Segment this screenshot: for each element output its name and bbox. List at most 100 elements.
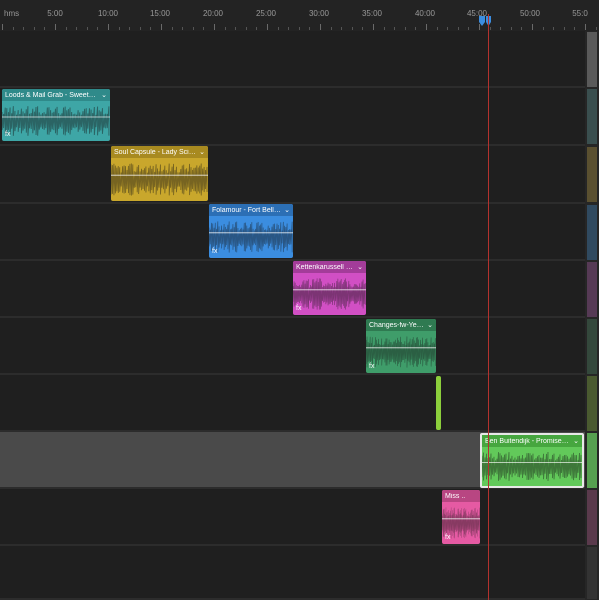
track-color-segment [587,205,597,260]
ruler-tick [256,27,258,30]
ruler-tick [404,27,406,30]
waveform [2,101,110,141]
audio-clip[interactable]: Soul Capsule - Lady Science ..⌄ [111,146,208,201]
fx-badge: fx [369,363,375,370]
audio-clip[interactable]: Changes-fw-YeFtg.. ⌄ fx [366,319,436,373]
ruler-tick [288,27,290,30]
ruler-tick [76,27,78,30]
clip-name: Changes-fw-YeFtg.. [369,321,426,329]
chevron-down-icon[interactable]: ⌄ [573,437,579,445]
ruler-tick [203,27,205,30]
chevron-down-icon[interactable]: ⌄ [199,148,205,156]
time-ruler[interactable]: hms 5:00 10:00 15:00 20:00 25:00 30:00 3… [0,0,599,32]
ruler-tick [532,24,533,30]
fx-badge: fx [5,131,11,138]
ruler-tick [235,27,237,30]
ruler-tick [150,27,152,30]
clip-name: Folamour - Fort Bellelle .. [212,206,282,214]
waveform [209,216,293,258]
audio-clip[interactable]: Loods & Mail Grab - Sweetness - ⌄ fx [2,89,110,141]
ruler-tick [436,27,438,30]
audio-clip[interactable]: Miss .. fx [442,490,480,544]
audio-clip[interactable]: Kettenkarussell - M.. ⌄ fx [293,261,366,315]
track-color-segment [587,147,597,202]
track-color-segment [587,262,597,317]
ruler-tick [182,27,184,30]
waveform [366,331,436,373]
chevron-down-icon[interactable]: ⌄ [284,206,290,214]
ruler-tick [139,27,141,30]
ruler-tick [373,24,374,30]
tick-label: 25:00 [255,9,277,18]
ruler-tick [161,24,162,30]
track-color-segment [587,490,597,545]
audio-clip-short[interactable] [436,376,441,430]
fx-badge: fx [212,248,218,255]
track-row[interactable] [0,375,585,432]
time-units-label: hms [4,9,20,18]
track-color-segment [587,32,597,87]
ruler-tick [277,27,279,30]
ruler-tick [320,24,321,30]
ruler-tick [457,27,459,30]
tick-label: 40:00 [414,9,436,18]
ruler-tick [86,27,88,30]
tick-label: 50:00 [519,9,541,18]
ruler-tick [553,27,555,30]
ruler-tick [341,27,343,30]
ruler-tick [394,27,396,30]
ruler-tick [23,27,25,30]
audio-clip-selected[interactable]: Ben Buitendijk - Promised Land..⌄ [480,433,584,488]
ruler-tick [521,27,523,30]
ruler-tick [415,27,417,30]
ruler-tick [447,27,449,30]
chevron-down-icon[interactable]: ⌄ [427,321,433,329]
ruler-tick [33,27,35,30]
ruler-tick [97,27,99,30]
clip-name: Miss .. [445,492,466,500]
chevron-down-icon[interactable]: ⌄ [357,263,363,271]
ruler-tick [500,27,502,30]
track-color-segment [587,433,597,488]
ruler-tick [563,27,565,30]
track-color-segment [587,376,597,431]
clip-name: Soul Capsule - Lady Science .. [114,148,197,156]
tick-label: 20:00 [202,9,224,18]
ruler-tick [192,27,194,30]
waveform [482,447,582,486]
ruler-tick [383,27,385,30]
ruler-tick [309,27,311,30]
ruler-tick [12,27,14,30]
ruler-tick [542,27,544,30]
track-color-segment [587,319,597,374]
ruler-tick [245,27,247,30]
track-row[interactable] [0,318,585,375]
tick-label: 30:00 [308,9,330,18]
waveform [293,273,366,315]
ruler-tick [489,27,491,30]
playhead-line[interactable] [488,14,489,600]
track-row[interactable] [0,489,585,546]
fx-badge: fx [445,534,451,541]
track-row[interactable] [0,546,585,600]
ruler-tick [362,27,364,30]
tick-label: 5:00 [47,9,63,18]
playhead-handle-icon[interactable] [478,15,492,27]
ruler-tick [298,27,300,30]
ruler-tick [468,27,470,30]
track-color-segment [587,89,597,144]
ruler-tick [510,27,512,30]
ruler-tick [351,27,353,30]
tick-label: 15:00 [149,9,171,18]
track-row[interactable] [0,146,585,204]
chevron-down-icon[interactable]: ⌄ [101,91,107,99]
ruler-tick [129,27,131,30]
ruler-tick [171,27,173,30]
track-row[interactable] [0,31,585,88]
tick-label: 10:00 [97,9,119,18]
waveform [111,158,208,201]
clip-name: Kettenkarussell - M.. [296,263,356,271]
ruler-tick [267,24,268,30]
ruler-tick [55,24,56,30]
audio-clip[interactable]: Folamour - Fort Bellelle ..⌄ fx [209,204,293,258]
